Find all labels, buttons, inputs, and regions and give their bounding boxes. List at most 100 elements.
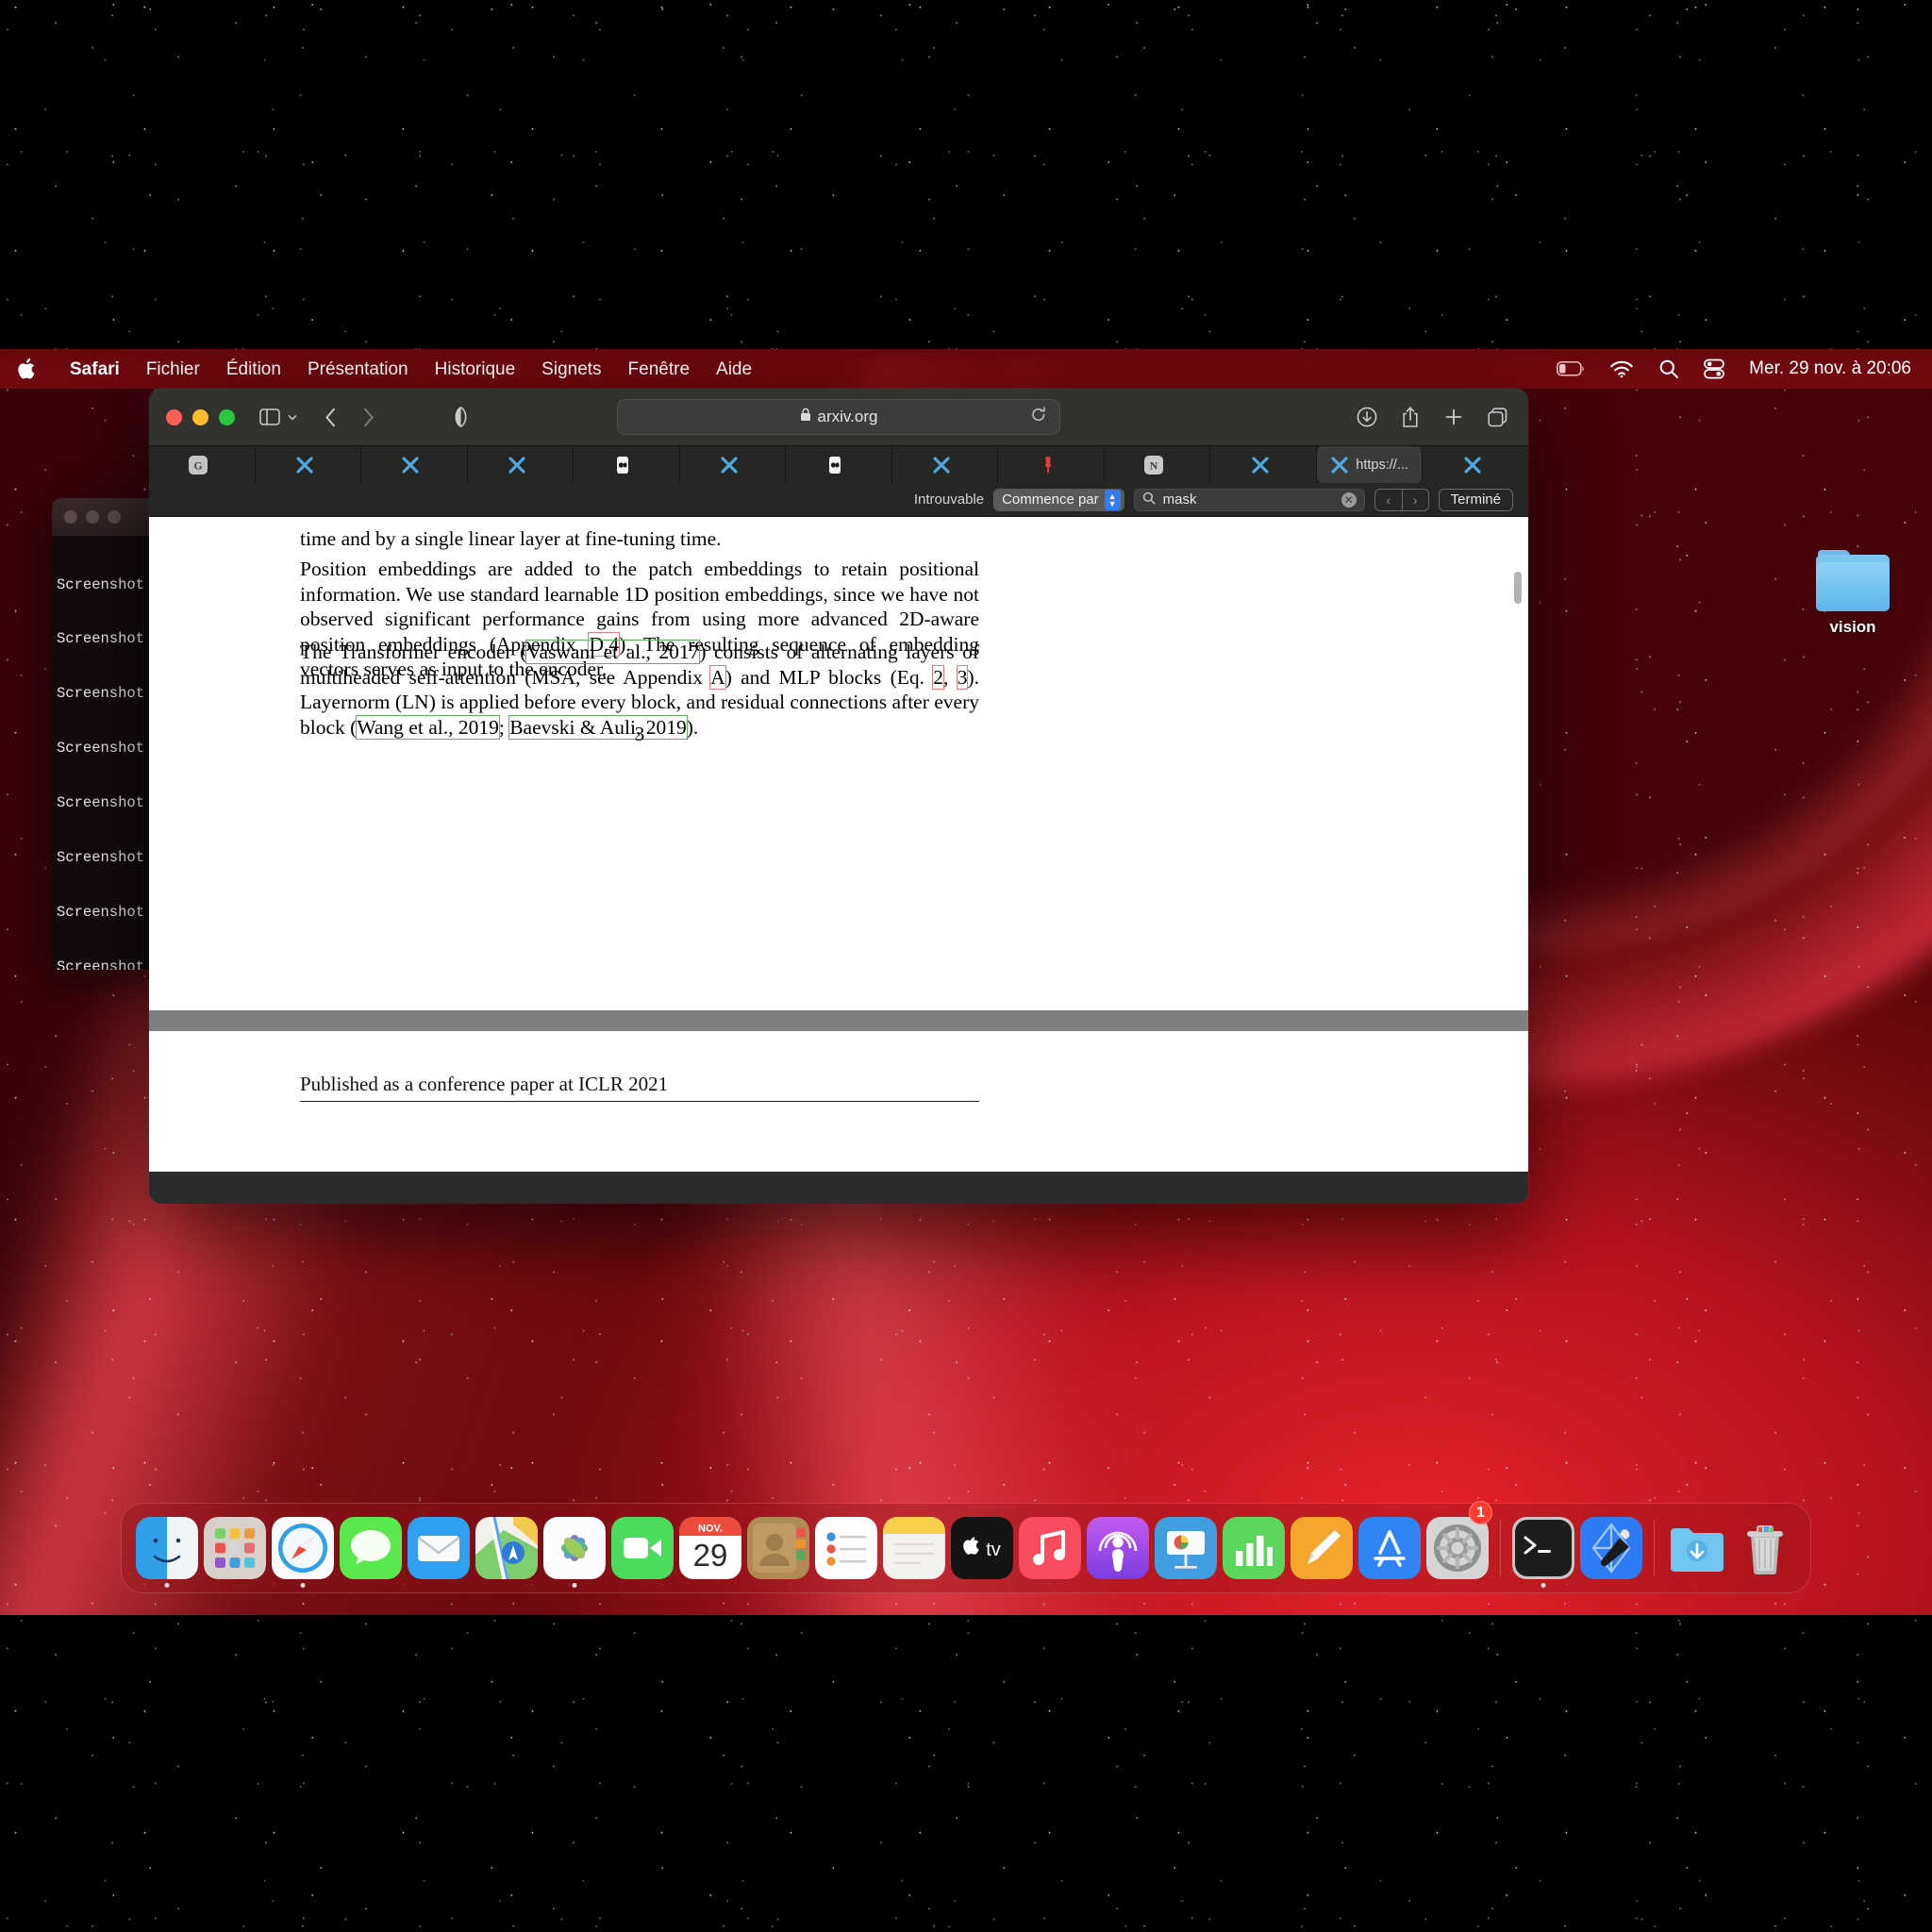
menu-item-edition[interactable]: Édition — [213, 358, 294, 380]
dock-item-mail[interactable] — [405, 1503, 473, 1593]
browser-tab[interactable] — [998, 446, 1105, 483]
dock-item-maps[interactable] — [473, 1503, 541, 1593]
find-next-button[interactable]: › — [1401, 489, 1428, 510]
dock-item-keynote[interactable] — [1152, 1503, 1220, 1593]
terminal-close-button[interactable] — [64, 510, 77, 524]
apple-logo-icon[interactable] — [17, 357, 57, 381]
dock-item-reminders[interactable] — [812, 1503, 880, 1593]
dock-item-pages[interactable] — [1288, 1503, 1356, 1593]
dock-item-music[interactable] — [1016, 1503, 1084, 1593]
browser-tab[interactable]: N — [1105, 446, 1211, 483]
dock-item-notes[interactable] — [880, 1503, 948, 1593]
menu-item-signets[interactable]: Signets — [528, 358, 614, 380]
scrollbar-thumb[interactable] — [1514, 572, 1522, 604]
reload-icon[interactable] — [1031, 407, 1046, 427]
safari-toolbar: arxiv.org — [149, 389, 1528, 445]
plus-icon[interactable] — [1440, 403, 1468, 431]
find-status-label: Introuvable — [913, 491, 985, 508]
find-match-mode-select[interactable]: Commence par ▲ ▼ — [993, 488, 1124, 511]
dock-item-safari[interactable] — [269, 1503, 337, 1593]
find-input[interactable]: mask ✕ — [1133, 488, 1365, 511]
find-query-text: mask — [1162, 491, 1197, 508]
appstore-icon — [1358, 1517, 1421, 1579]
forward-arrow-icon[interactable] — [354, 403, 382, 431]
music-icon — [1019, 1517, 1081, 1579]
minimize-button[interactable] — [192, 408, 208, 425]
svg-text:NOV.: NOV. — [698, 1524, 723, 1535]
control-center-icon[interactable] — [1704, 358, 1725, 379]
browser-tab[interactable] — [256, 446, 362, 483]
browser-tab[interactable] — [1423, 446, 1528, 483]
dock-item-system-settings[interactable]: 1 — [1424, 1501, 1492, 1593]
browser-tab[interactable] — [361, 446, 468, 483]
page-scrollbar[interactable] — [1513, 517, 1523, 1172]
menu-item-aide[interactable]: Aide — [703, 358, 765, 380]
red-doc-icon — [1039, 456, 1058, 475]
menu-item-presentation[interactable]: Présentation — [294, 358, 422, 380]
battery-icon[interactable] — [1557, 361, 1585, 376]
x-icon — [1330, 456, 1349, 475]
clear-icon[interactable]: ✕ — [1341, 491, 1357, 508]
terminal-zoom-button[interactable] — [108, 510, 121, 524]
back-arrow-icon[interactable] — [316, 403, 344, 431]
dock-item-xcode[interactable] — [1577, 1503, 1645, 1593]
internal-ref-a[interactable]: A — [709, 664, 726, 690]
dock-item-contacts[interactable] — [744, 1503, 812, 1593]
close-button[interactable] — [166, 408, 182, 425]
downloads-icon[interactable] — [1353, 403, 1381, 431]
dock-item-calendar[interactable]: NOV. 29 — [676, 1503, 744, 1593]
search-icon[interactable] — [1658, 358, 1679, 379]
menu-item-safari[interactable]: Safari — [57, 358, 133, 380]
numbers-icon — [1223, 1517, 1285, 1579]
dock-item-trash[interactable] — [1731, 1503, 1799, 1593]
zoom-button[interactable] — [219, 408, 235, 425]
browser-tab[interactable] — [786, 446, 892, 483]
share-icon[interactable] — [1396, 403, 1424, 431]
citation-vaswani[interactable]: Vaswani et al., 2017 — [525, 640, 701, 664]
browser-tab[interactable] — [680, 446, 787, 483]
dock-item-terminal[interactable] — [1509, 1503, 1577, 1593]
find-prev-button[interactable]: ‹ — [1375, 490, 1402, 510]
address-bar[interactable]: arxiv.org — [617, 399, 1060, 435]
dock-item-downloads[interactable] — [1663, 1503, 1731, 1593]
reminders-icon — [815, 1517, 877, 1579]
tab-overview-icon[interactable] — [1483, 403, 1511, 431]
x-icon — [295, 456, 314, 475]
page-content[interactable]: time and by a single linear layer at fin… — [149, 517, 1528, 1172]
safari-window[interactable]: arxiv.org G N https://... Introuvable Co… — [149, 389, 1528, 1204]
dock-item-appletv[interactable]: tv — [948, 1503, 1016, 1593]
browser-tab[interactable] — [892, 446, 999, 483]
maps-icon — [475, 1517, 538, 1579]
menu-item-fenetre[interactable]: Fenêtre — [615, 358, 703, 380]
internal-ref-eq3[interactable]: 3 — [956, 664, 969, 690]
dock-item-numbers[interactable] — [1220, 1503, 1288, 1593]
find-done-button[interactable]: Terminé — [1438, 488, 1513, 511]
reader-view-icon[interactable] — [446, 403, 475, 431]
menubar-clock[interactable]: Mer. 29 nov. à 20:06 — [1749, 358, 1911, 379]
terminal-minimize-button[interactable] — [86, 510, 99, 524]
browser-tab[interactable]: G — [149, 446, 256, 483]
menu-item-historique[interactable]: Historique — [422, 358, 529, 380]
sidebar-icon[interactable] — [256, 403, 284, 431]
wifi-icon[interactable] — [1609, 360, 1634, 378]
dock-item-appstore[interactable] — [1356, 1503, 1424, 1593]
dock-item-photos[interactable] — [541, 1503, 608, 1593]
menu-item-fichier[interactable]: Fichier — [133, 358, 213, 380]
dock-item-messages[interactable] — [337, 1503, 405, 1593]
desktop-folder-vision[interactable]: vision — [1800, 550, 1906, 637]
x-icon — [1251, 456, 1270, 475]
pdf-page-header: Published as a conference paper at ICLR … — [300, 1073, 979, 1102]
dock-item-launchpad[interactable] — [201, 1503, 269, 1593]
dock-item-podcasts[interactable] — [1084, 1503, 1152, 1593]
browser-tab[interactable] — [468, 446, 575, 483]
x-icon — [401, 456, 420, 475]
find-done-label: Terminé — [1450, 491, 1501, 508]
browser-tab-active[interactable]: https://... — [1316, 446, 1424, 483]
dock-item-finder[interactable] — [133, 1503, 201, 1593]
tp1: The Transformer encoder ( — [300, 641, 527, 663]
chevron-down-icon[interactable] — [284, 403, 301, 431]
browser-tab[interactable] — [1210, 446, 1317, 483]
internal-ref-eq2[interactable]: 2 — [932, 664, 945, 690]
browser-tab[interactable] — [574, 446, 680, 483]
dock-item-facetime[interactable] — [608, 1503, 676, 1593]
